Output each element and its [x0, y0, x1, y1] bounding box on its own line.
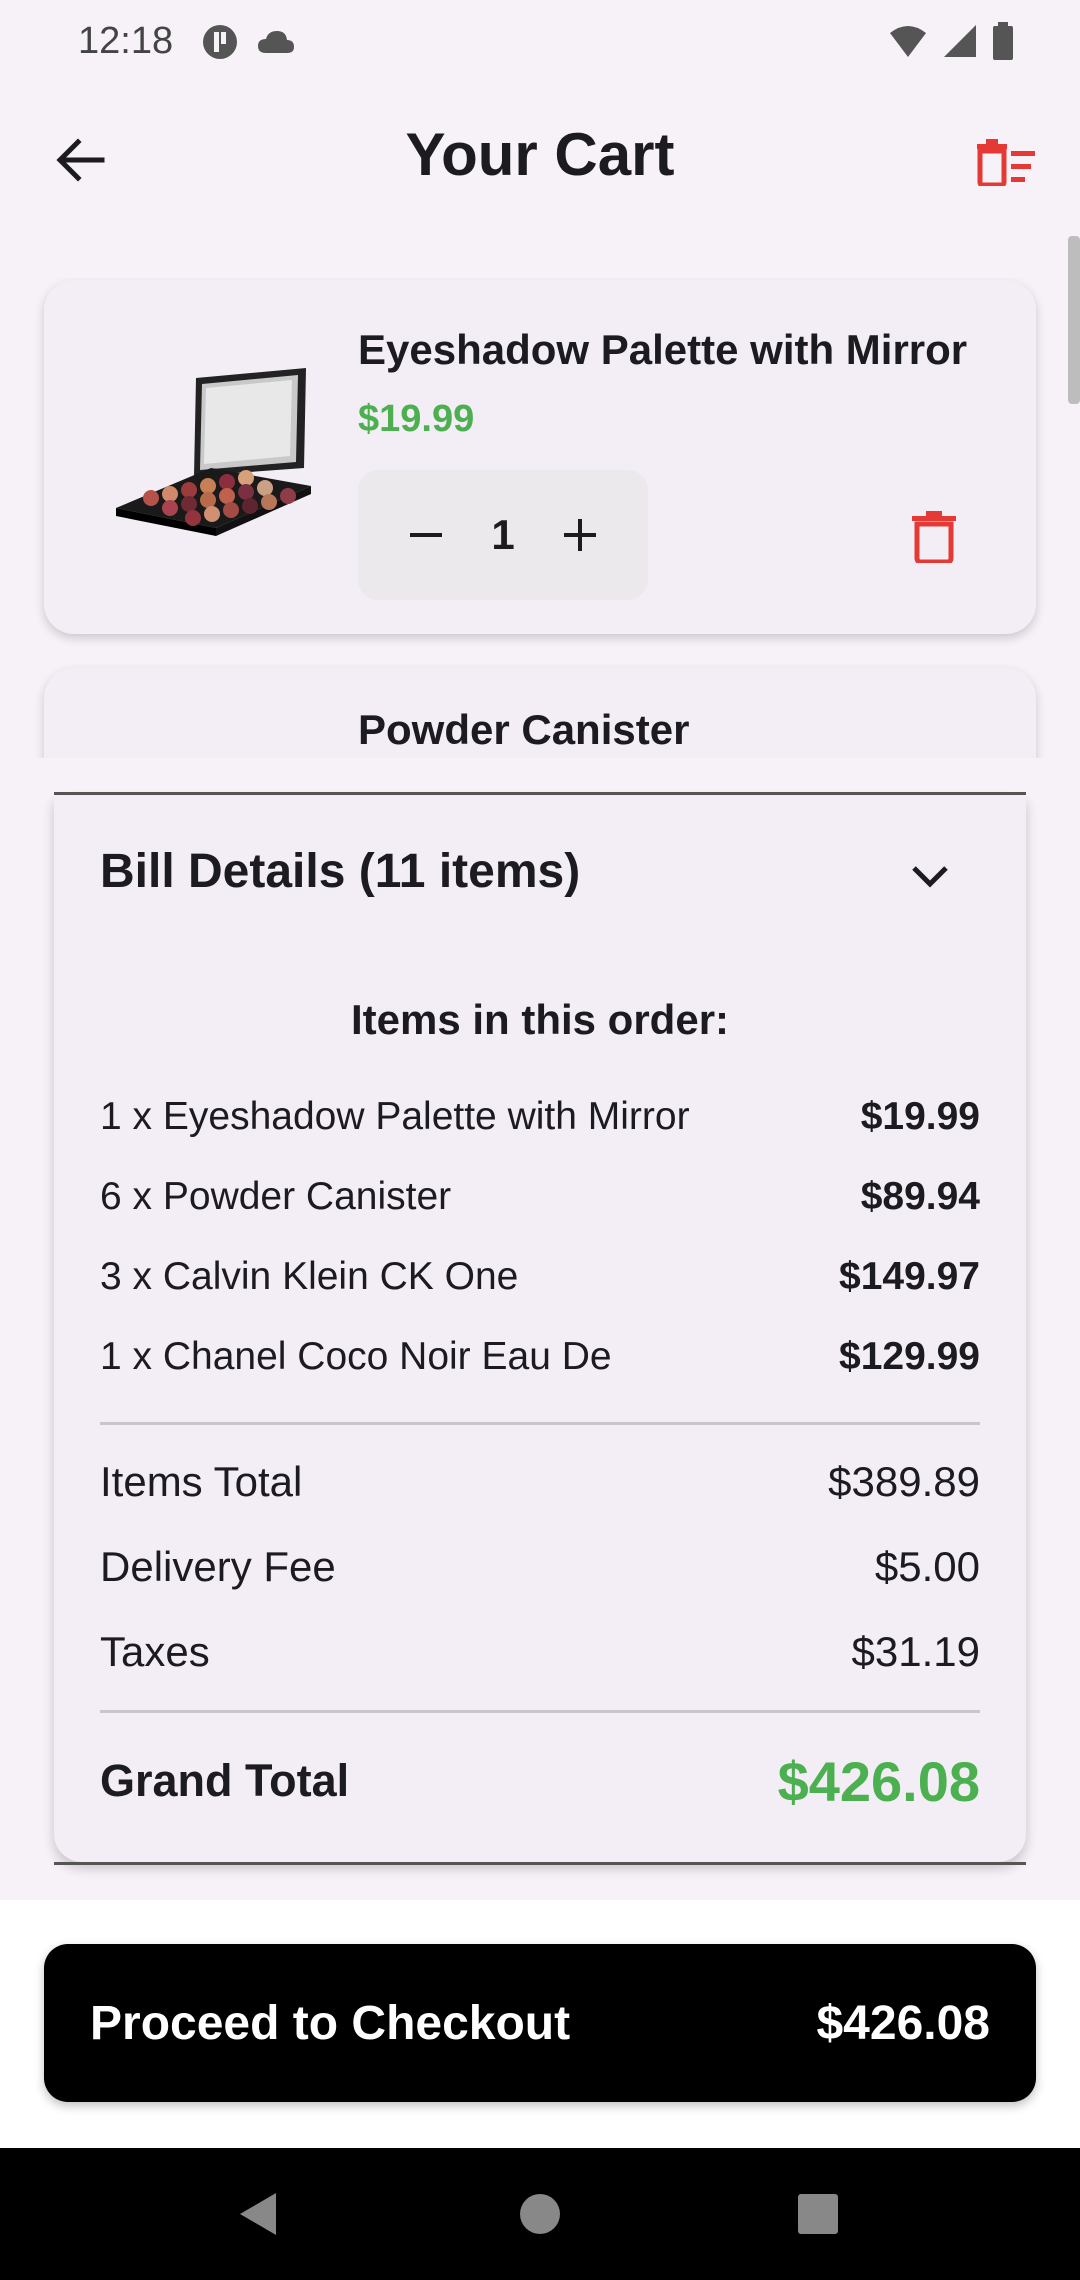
order-line-amount: $19.99	[860, 1095, 980, 1138]
page-title: Your Cart	[405, 121, 675, 188]
quantity-value: 1	[491, 511, 515, 558]
order-line-label: 3 x Calvin Klein CK One	[100, 1255, 519, 1298]
divider	[100, 1710, 980, 1713]
cart-screen: 12:18 Your Cart Eyeshadow Palette with M…	[0, 0, 1080, 2280]
nav-recents-button[interactable]	[786, 2182, 850, 2246]
bill-details-header[interactable]: Bill Details (11 items)	[100, 844, 580, 899]
summary-amount: $389.89	[828, 1458, 980, 1505]
status-time: 12:18	[78, 20, 174, 62]
trash-icon	[912, 511, 956, 563]
order-line: 6 x Powder Canister $89.94	[100, 1172, 980, 1222]
summary-label: Delivery Fee	[100, 1543, 336, 1590]
order-line-label: 1 x Eyeshadow Palette with Mirror	[100, 1095, 690, 1138]
minus-icon	[409, 533, 442, 537]
cart-item-card: Powder Canister	[44, 668, 1036, 758]
status-bar: 12:18	[0, 0, 1080, 88]
cart-item-card: Eyeshadow Palette with Mirror $19.99 1	[44, 280, 1036, 634]
order-line-amount: $149.97	[839, 1255, 980, 1298]
checkout-total: $426.08	[816, 1996, 990, 2050]
order-line-label: 1 x Chanel Coco Noir Eau De	[100, 1335, 612, 1378]
clear-cart-button[interactable]	[966, 130, 1046, 194]
product-name: Eyeshadow Palette with Mirror	[358, 326, 968, 373]
signal-icon	[944, 25, 976, 57]
product-image	[116, 368, 311, 536]
taxes-row: Taxes $31.19	[100, 1624, 980, 1680]
triangle-back-icon	[240, 2193, 276, 2235]
checkout-bar: Proceed to Checkout $426.08	[0, 1900, 1080, 2148]
system-nav-bar	[0, 2148, 1080, 2280]
checkout-label: Proceed to Checkout	[90, 1996, 571, 2050]
quantity-stepper: 1	[358, 470, 648, 600]
battery-icon	[993, 22, 1013, 60]
summary-amount: $31.19	[851, 1628, 980, 1675]
summary-label: Items Total	[100, 1458, 303, 1505]
nav-back-button[interactable]	[226, 2182, 290, 2246]
decrease-quantity-button[interactable]	[396, 505, 456, 565]
delete-sweep-icon	[977, 139, 1035, 186]
divider	[100, 1422, 980, 1425]
nav-home-button[interactable]	[508, 2182, 572, 2246]
order-line: 3 x Calvin Klein CK One $149.97	[100, 1252, 980, 1302]
proceed-to-checkout-button[interactable]: Proceed to Checkout $426.08	[44, 1944, 1036, 2102]
bill-details-panel: Bill Details (11 items) Items in this or…	[54, 796, 1026, 1862]
order-line-label: 6 x Powder Canister	[100, 1175, 452, 1218]
remove-item-button[interactable]	[906, 506, 962, 568]
order-line-amount: $129.99	[839, 1335, 980, 1378]
items-heading: Items in this order:	[350, 996, 730, 1043]
plus-icon	[564, 519, 597, 551]
cloud-icon	[258, 31, 294, 53]
divider	[54, 1862, 1026, 1865]
expand-toggle-button[interactable]	[906, 852, 954, 900]
grand-total-row: Grand Total $426.08	[100, 1746, 980, 1816]
grand-total-label: Grand Total	[100, 1755, 350, 1806]
wifi-icon	[890, 26, 926, 57]
product-name: Powder Canister	[358, 706, 690, 753]
square-recents-icon	[798, 2194, 838, 2234]
summary-amount: $5.00	[874, 1543, 980, 1590]
delivery-fee-row: Delivery Fee $5.00	[100, 1539, 980, 1595]
order-line-amount: $89.94	[860, 1175, 980, 1218]
app-bar: Your Cart	[0, 100, 1080, 220]
order-line: 1 x Eyeshadow Palette with Mirror $19.99	[100, 1092, 980, 1142]
summary-label: Taxes	[100, 1628, 210, 1675]
circle-home-icon	[520, 2194, 560, 2234]
chevron-down-icon	[912, 866, 948, 888]
increase-quantity-button[interactable]	[550, 505, 610, 565]
items-total-row: Items Total $389.89	[100, 1454, 980, 1510]
product-price: $19.99	[358, 398, 475, 440]
divider	[54, 792, 1026, 795]
cart-list: Eyeshadow Palette with Mirror $19.99 1 P…	[0, 278, 1080, 758]
app-notification-icon	[203, 25, 237, 59]
order-line: 1 x Chanel Coco Noir Eau De $129.99	[100, 1332, 980, 1382]
grand-total-value: $426.08	[777, 1749, 980, 1813]
